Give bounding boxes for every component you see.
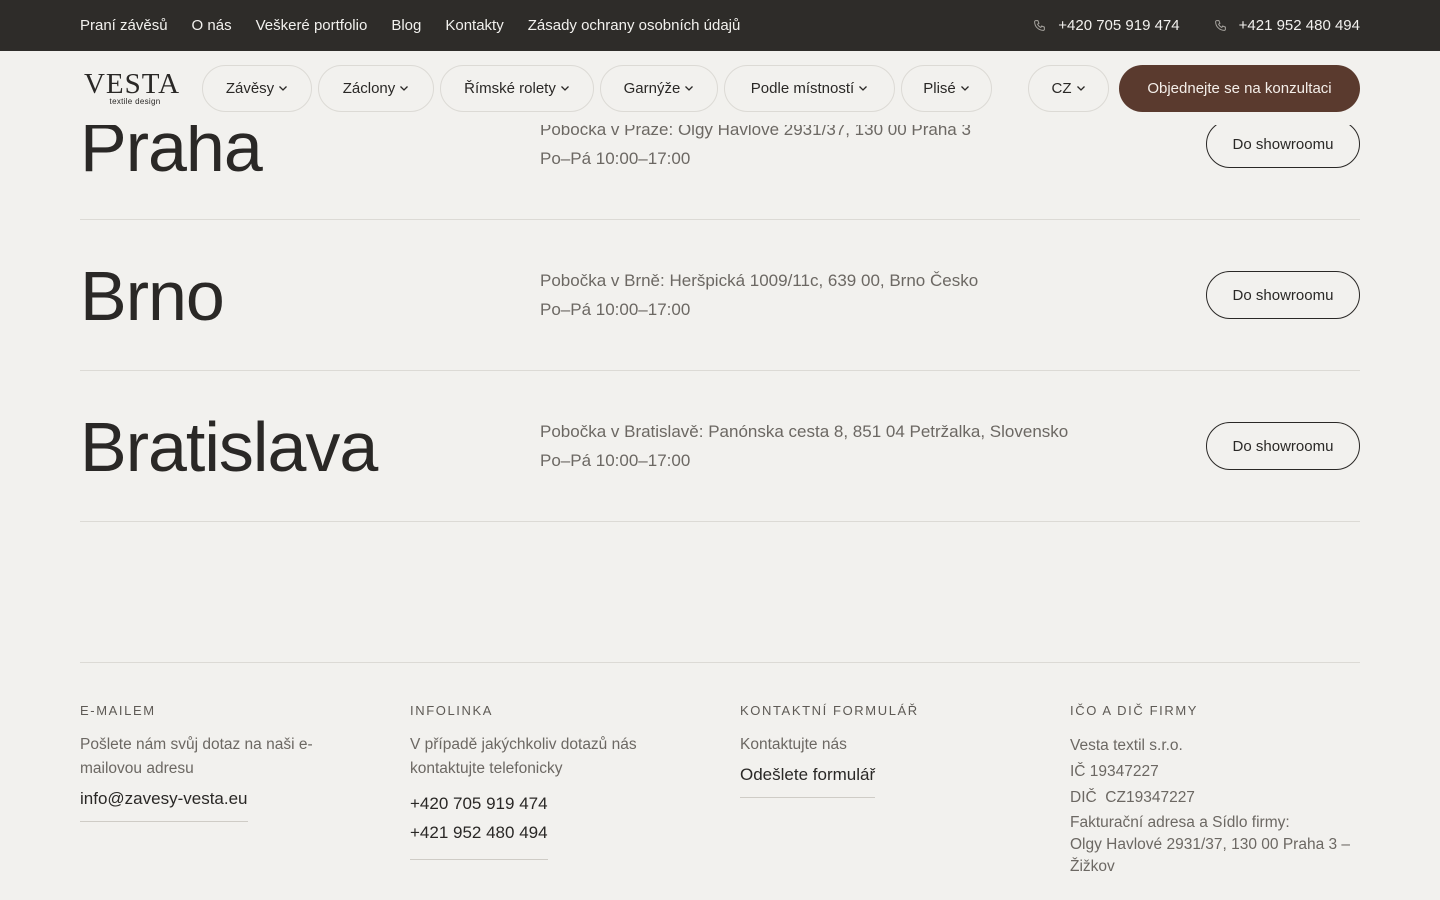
branch-city: Bratislava (80, 408, 378, 486)
nav-zavesy-label: Závěsy (225, 79, 275, 97)
showroom-button[interactable]: Do showroomu (1206, 120, 1360, 168)
chevron-down-icon (685, 86, 694, 91)
phone-link-cz[interactable]: +420 705 919 474 (410, 789, 548, 818)
footer-phone-heading: INFOLINKA (410, 703, 494, 718)
footer-email-desc: Pošlete nám svůj dotaz na naši e-mailovo… (80, 736, 313, 777)
branch-row: Brno Pobočka v Brně: Heršpická 1009/11c,… (80, 220, 1360, 371)
language-select[interactable]: CZ (1028, 64, 1109, 112)
top-link-prani-zavesu[interactable]: Praní závěsů (80, 17, 168, 34)
top-phone-sk[interactable]: +421 952 480 494 (1214, 17, 1360, 34)
showroom-button[interactable]: Do showroomu (1206, 271, 1360, 319)
footer-email-heading: E-MAILEM (80, 703, 156, 718)
footer-form-desc: Kontaktujte nás (740, 736, 847, 753)
nav-rimske-rolety[interactable]: Římské rolety (440, 64, 594, 112)
contact-form-link[interactable]: Odešlete formulář (740, 765, 876, 798)
top-nav: Praní závěsů O nás Veškeré portfolio Blo… (80, 17, 740, 34)
header-actions: CZ Objednejte se na konzultaci (1028, 64, 1360, 112)
nav-zaclony-label: Záclony (342, 79, 396, 97)
nav-rimske-rolety-label: Římské rolety (464, 79, 556, 97)
top-link-kontakty[interactable]: Kontakty (445, 17, 503, 34)
footer-company-heading: IČO A DIČ FIRMY (1070, 703, 1199, 718)
phone-link-sk[interactable]: +421 952 480 494 (410, 818, 548, 847)
company-name: Vesta textil s.r.o. (1070, 737, 1183, 754)
branch-hours: Po–Pá 10:00–17:00 (540, 149, 691, 168)
company-ico: IČ 19347227 (1070, 763, 1159, 780)
top-bar: Praní závěsů O nás Veškeré portfolio Blo… (0, 0, 1440, 51)
logo-tagline: textile design (109, 96, 161, 106)
nav-podle-mistnosti-label: Podle místností (750, 79, 855, 97)
logo[interactable]: VESTA textile design (80, 67, 184, 106)
nav-garnyze-label: Garnýže (623, 79, 681, 97)
chevron-down-icon (960, 86, 969, 91)
footer-phone-links: +420 705 919 474 +421 952 480 494 (410, 789, 548, 860)
branch-info: Pobočka v Bratislavě: Panónska cesta 8, … (540, 417, 1068, 475)
top-phone-cz-text: +420 705 919 474 (1058, 17, 1180, 34)
company-dic: DIČ CZ19347227 (1070, 789, 1195, 806)
main-header: VESTA textile design Závěsy Záclony Říms… (0, 51, 1440, 125)
top-link-portfolio[interactable]: Veškeré portfolio (256, 17, 368, 34)
consultation-button[interactable]: Objednejte se na konzultaci (1119, 64, 1360, 112)
chevron-down-icon (400, 86, 409, 91)
top-phone-cz[interactable]: +420 705 919 474 (1033, 17, 1180, 34)
top-link-blog[interactable]: Blog (391, 17, 421, 34)
nav-plise[interactable]: Plisé (901, 64, 992, 112)
nav-zavesy[interactable]: Závěsy (202, 64, 312, 112)
phone-icon (1214, 20, 1226, 31)
branch-hours: Po–Pá 10:00–17:00 (540, 451, 691, 470)
chevron-down-icon (1076, 86, 1085, 91)
nav-zaclony[interactable]: Záclony (318, 64, 434, 112)
company-address-label: Fakturační adresa a Sídlo firmy: (1070, 814, 1290, 831)
footer-form-heading: KONTAKTNÍ FORMULÁŘ (740, 703, 919, 718)
footer-phone-column: INFOLINKA V případě jakýchkoliv dotazů n… (410, 703, 670, 860)
branch-info: Pobočka v Brně: Heršpická 1009/11c, 639 … (540, 266, 978, 324)
main-nav: Závěsy Záclony Římské rolety Garnýže Pod… (202, 64, 992, 112)
phone-icon (1034, 20, 1046, 31)
branch-hours: Po–Pá 10:00–17:00 (540, 300, 691, 319)
footer-form-column: KONTAKTNÍ FORMULÁŘ Kontaktujte nás Odešl… (740, 703, 1000, 798)
footer-company-column: IČO A DIČ FIRMY Vesta textil s.r.o. IČ 1… (1070, 703, 1360, 878)
nav-podle-mistnosti[interactable]: Podle místností (724, 64, 895, 112)
branch-address: Pobočka v Brně: Heršpická 1009/11c, 639 … (540, 271, 979, 290)
top-phone-sk-text: +421 952 480 494 (1238, 17, 1360, 34)
branch-row: Bratislava Pobočka v Bratislavě: Panónsk… (80, 371, 1360, 522)
footer-divider (80, 662, 1360, 663)
nav-garnyze[interactable]: Garnýže (600, 64, 718, 112)
branch-city: Brno (80, 257, 225, 335)
nav-plise-label: Plisé (923, 79, 956, 97)
company-address: Olgy Havlové 2931/37, 130 00 Praha 3 – Ž… (1070, 836, 1351, 875)
top-link-zasady[interactable]: Zásady ochrany osobních údajů (528, 17, 741, 34)
chevron-down-icon (279, 86, 288, 91)
top-link-o-nas[interactable]: O nás (192, 17, 232, 34)
chevron-down-icon (859, 86, 868, 91)
footer-phone-desc: V případě jakýchkoliv dotazů nás kontakt… (410, 736, 637, 777)
email-link[interactable]: info@zavesy-vesta.eu (80, 789, 248, 822)
language-label: CZ (1051, 79, 1072, 97)
branch-address: Pobočka v Bratislavě: Panónska cesta 8, … (540, 422, 1069, 441)
chevron-down-icon (560, 86, 569, 91)
logo-wordmark: VESTA (83, 67, 181, 100)
footer-email-column: E-MAILEM Pošlete nám svůj dotaz na naši … (80, 703, 340, 822)
top-phones: +420 705 919 474 +421 952 480 494 (1033, 17, 1360, 34)
showroom-button[interactable]: Do showroomu (1206, 422, 1360, 470)
